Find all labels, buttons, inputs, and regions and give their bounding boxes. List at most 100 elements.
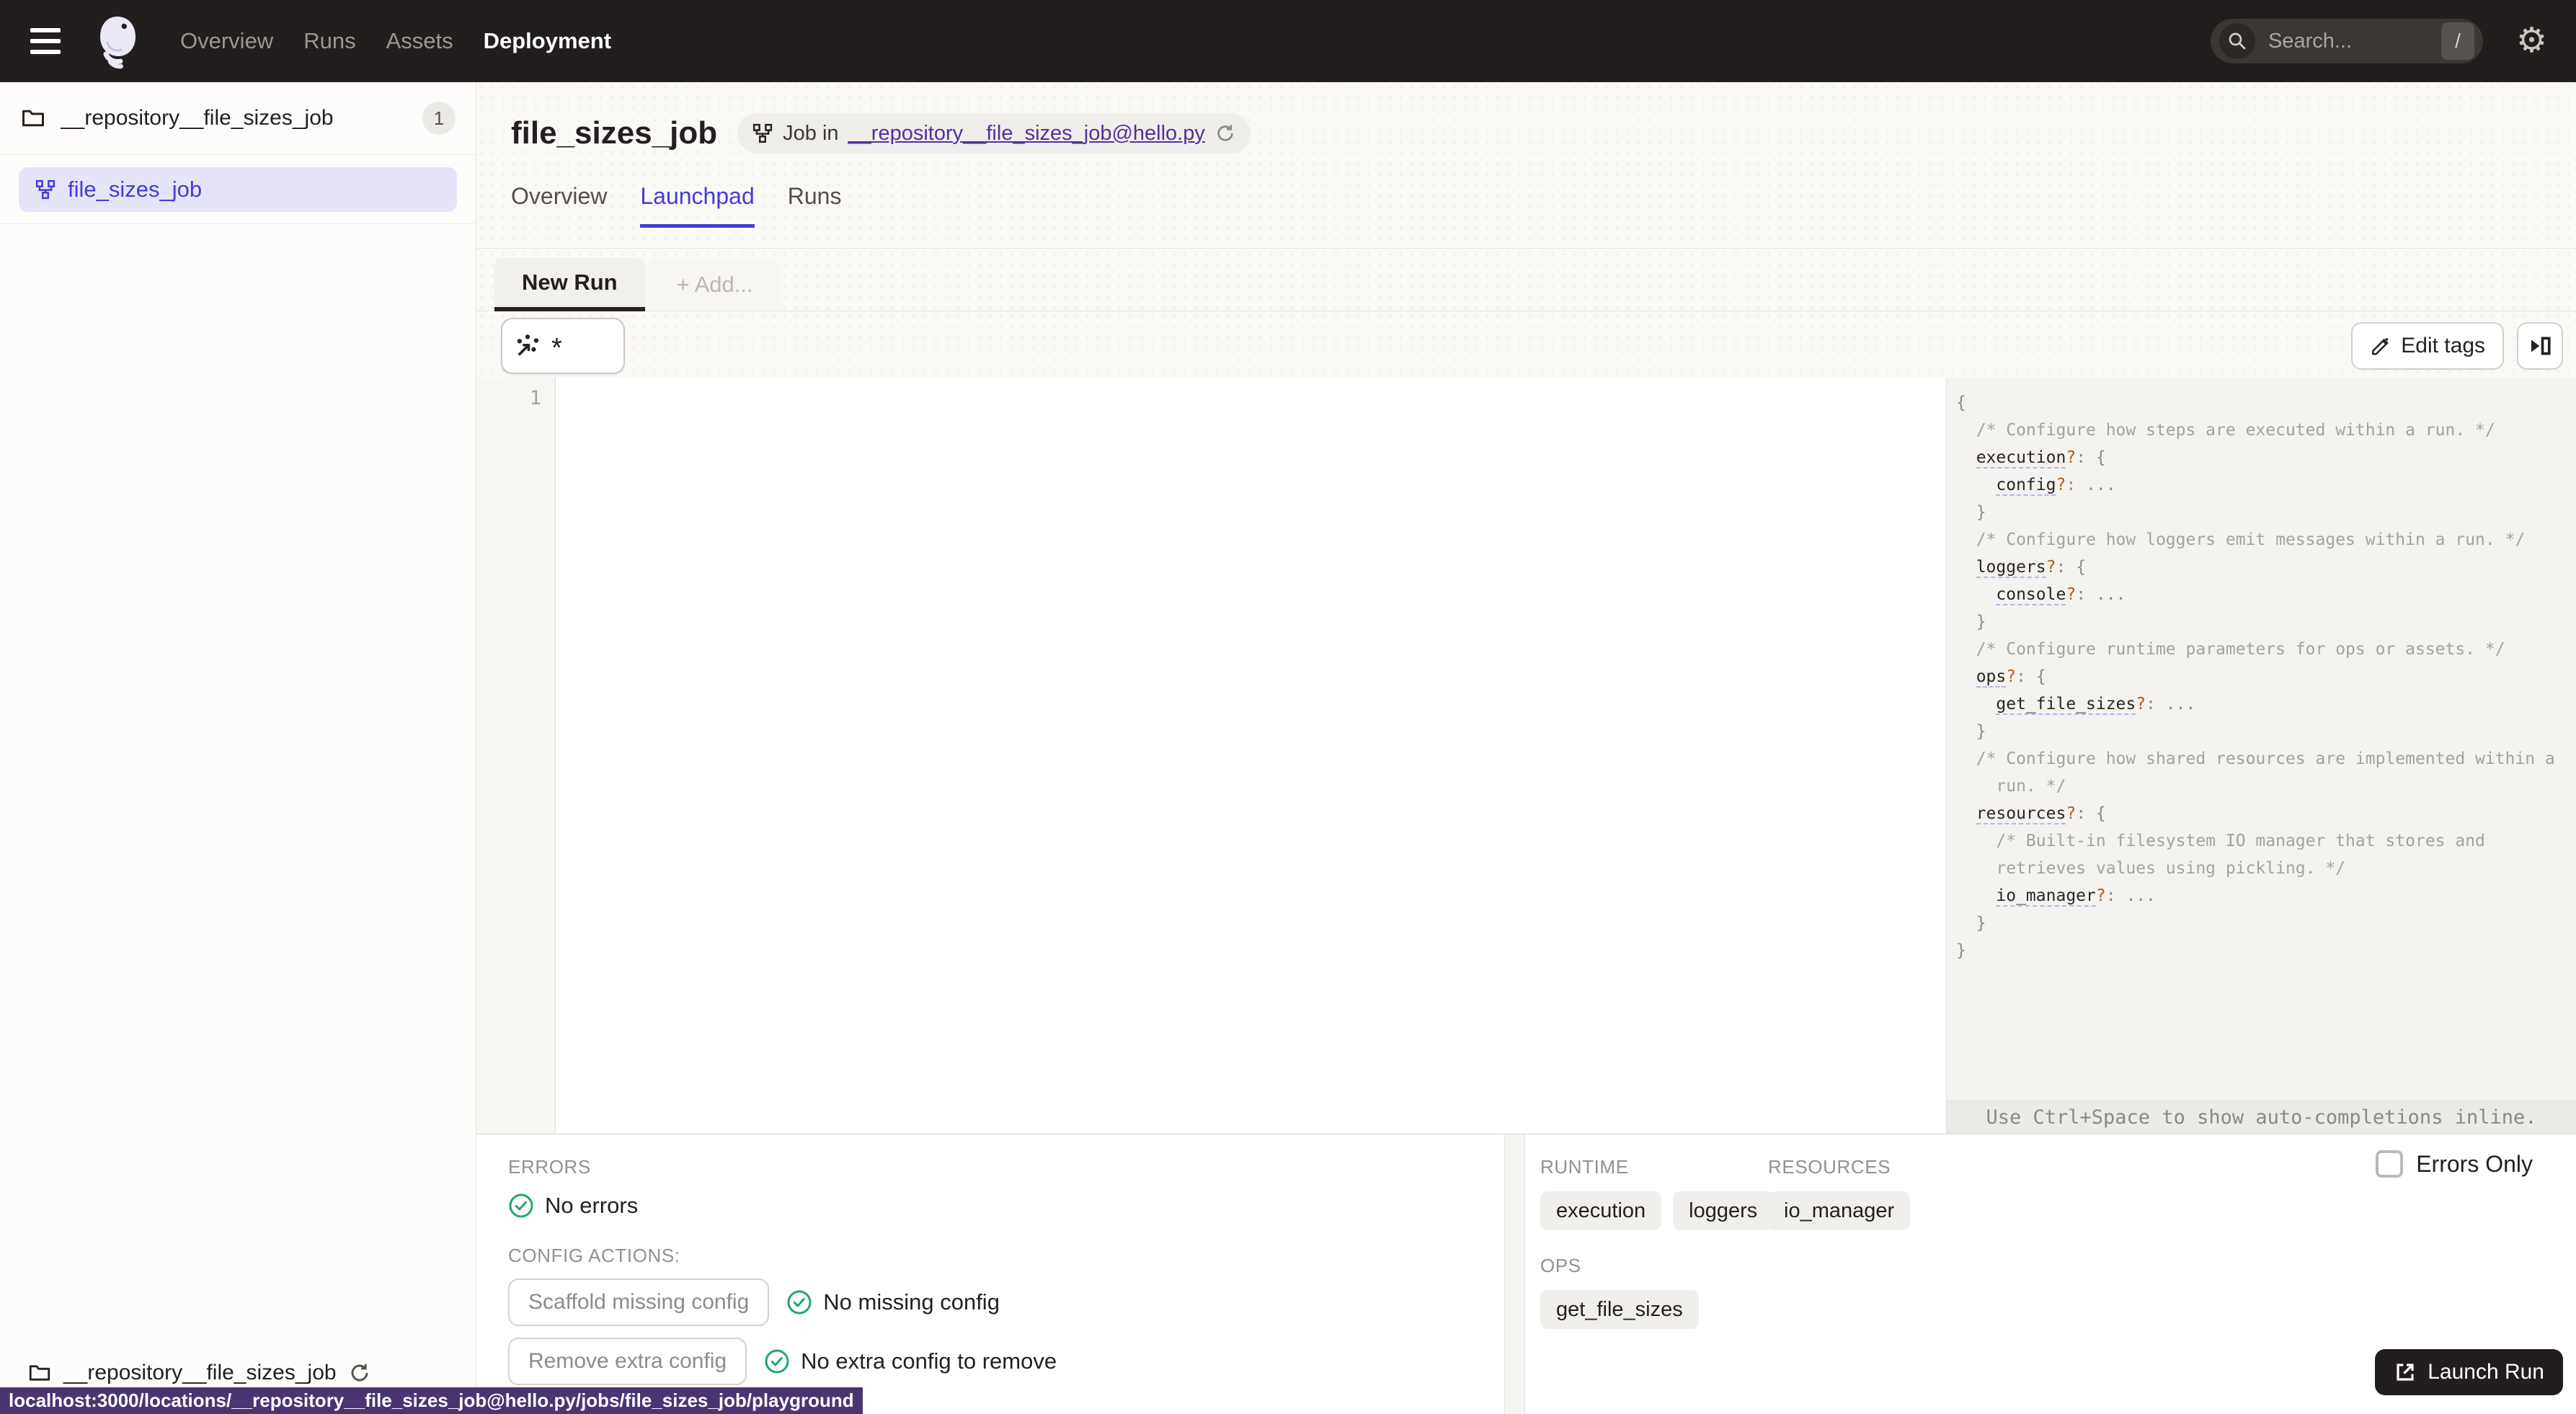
- op-selector-value: *: [551, 332, 562, 363]
- schema-line: resources?: {: [1976, 804, 2106, 824]
- folder-icon: [27, 1361, 52, 1385]
- app-body: __repository__file_sizes_job 1 file_size…: [0, 82, 2576, 1414]
- schema-line: io_manager?: ...: [1996, 886, 2156, 907]
- run-preview-panel: RUNTIME execution loggers RESOURCES io_manag…: [1525, 1134, 2576, 1414]
- sidebar: __repository__file_sizes_job 1 file_size…: [0, 82, 476, 1414]
- status-url-tooltip: localhost:3000/locations/__repository__f…: [0, 1387, 863, 1414]
- schema-line: ops?: {: [1976, 667, 2046, 688]
- schema-line: /* Configure how shared resources are im…: [1956, 750, 2555, 768]
- schema-line: execution?: {: [1976, 448, 2106, 468]
- run-tab-add[interactable]: + Add...: [649, 258, 781, 311]
- search-box[interactable]: /: [2210, 19, 2483, 63]
- edit-tags-label: Edit tags: [2401, 334, 2485, 357]
- errors-only-label: Errors Only: [2416, 1150, 2533, 1177]
- search-input[interactable]: [2266, 28, 2430, 54]
- config-action-status: No extra config to remove: [764, 1348, 1057, 1374]
- tag-pills: io_manager: [1768, 1191, 2576, 1230]
- play-panel-icon: [2528, 334, 2552, 358]
- errors-only-checkbox[interactable]: [2376, 1150, 2404, 1178]
- config-editor[interactable]: [556, 378, 1946, 1134]
- sidebar-footer-repo-name: __repository__file_sizes_job: [63, 1361, 337, 1384]
- tag-group-ops: OPS get_file_sizes: [1540, 1255, 2576, 1329]
- refresh-icon[interactable]: [1214, 123, 1236, 144]
- schema-line: }: [1976, 503, 1986, 522]
- job-origin-badge: Job in __repository__file_sizes_job@hell…: [737, 113, 1251, 154]
- tag-loggers[interactable]: loggers: [1673, 1191, 1774, 1230]
- errors-only-toggle[interactable]: Errors Only: [2376, 1150, 2533, 1178]
- tag-group-runtime: RUNTIME execution loggers: [1540, 1156, 1774, 1230]
- schema-line: run. */: [1956, 777, 2066, 796]
- edit-tags-button[interactable]: Edit tags: [2351, 322, 2504, 370]
- config-actions-title: CONFIG ACTIONS:: [508, 1245, 680, 1266]
- launch-run-button[interactable]: Launch Run: [2375, 1349, 2563, 1395]
- nav-item-assets[interactable]: Assets: [386, 28, 453, 54]
- gear-icon[interactable]: ⚙: [2516, 24, 2547, 58]
- tag-pills: get_file_sizes: [1540, 1290, 2576, 1329]
- run-tab-new-run[interactable]: New Run: [494, 258, 645, 311]
- tab-overview[interactable]: Overview: [511, 183, 607, 228]
- launch-run-label: Launch Run: [2428, 1360, 2544, 1384]
- check-circle-icon: [764, 1348, 790, 1374]
- tag-groups: RUNTIME execution loggers RESOURCES io_manag…: [1540, 1156, 2576, 1329]
- sidebar-job-list: file_sizes_job: [0, 167, 476, 212]
- bottom-panel: ERRORS No errors CONFIG ACTIONS: Scaffol…: [476, 1134, 2576, 1414]
- errors-title: ERRORS: [508, 1156, 591, 1178]
- check-circle-icon: [508, 1193, 534, 1219]
- job-graph-icon: [752, 123, 773, 144]
- top-nav: Overview Runs Assets Deployment / ⚙: [0, 0, 2576, 82]
- schema-line: /* Configure how loggers emit messages w…: [1956, 530, 2526, 549]
- gutter-line-number: 1: [529, 387, 541, 409]
- op-selector-input[interactable]: *: [501, 318, 625, 374]
- config-editor-row: 1 { /* Configure how steps are executed …: [476, 378, 2576, 1134]
- tab-launchpad[interactable]: Launchpad: [640, 183, 755, 228]
- schema-line: }: [1956, 941, 1966, 960]
- pencil-icon: [2370, 335, 2391, 357]
- remove-extra-config-button[interactable]: Remove extra config: [508, 1338, 747, 1385]
- nav-item-deployment[interactable]: Deployment: [484, 28, 611, 54]
- autocomplete-hint: Use Ctrl+Space to show auto-completions …: [1947, 1100, 2576, 1134]
- no-errors-status: No errors: [508, 1193, 1504, 1219]
- nav-item-runs[interactable]: Runs: [303, 28, 355, 54]
- schema-line: }: [1976, 914, 1986, 933]
- main-content: file_sizes_job Job in __repository__file…: [476, 82, 2576, 1414]
- tag-io_manager[interactable]: io_manager: [1768, 1191, 1911, 1230]
- job-origin-prefix: Job in: [783, 121, 839, 145]
- tab-runs[interactable]: Runs: [788, 183, 842, 228]
- scaffold-missing-config-button[interactable]: Scaffold missing config: [508, 1279, 770, 1326]
- config-action-row: Remove extra config No extra config to re…: [508, 1338, 1504, 1385]
- errors-panel: ERRORS No errors CONFIG ACTIONS: Scaffol…: [476, 1134, 1505, 1414]
- schema-line: get_file_sizes?: ...: [1996, 695, 2196, 715]
- menu-icon[interactable]: [30, 28, 61, 54]
- tag-get_file_sizes[interactable]: get_file_sizes: [1540, 1290, 1699, 1329]
- nav-items: Overview Runs Assets Deployment: [180, 28, 611, 54]
- sidebar-divider: [0, 223, 476, 224]
- search-icon: [2219, 23, 2255, 59]
- sidebar-repo-name: __repository__file_sizes_job: [61, 106, 334, 130]
- config-action-row: Scaffold missing config No missing config: [508, 1279, 1504, 1326]
- schema-line: /* Configure runtime parameters for ops …: [1956, 640, 2505, 659]
- schema-line: }: [1976, 722, 1986, 741]
- schema-line: console?: ...: [1996, 585, 2126, 605]
- schema-line: /* Built-in filesystem IO manager that s…: [1956, 832, 2485, 850]
- schema-line: {: [1956, 393, 1966, 412]
- job-origin-link[interactable]: __repository__file_sizes_job@hello.py: [848, 122, 1205, 146]
- tag-group-title: RUNTIME: [1540, 1156, 1629, 1178]
- tag-group-title: OPS: [1540, 1255, 1581, 1276]
- sidebar-repo-row[interactable]: __repository__file_sizes_job 1: [0, 82, 476, 155]
- config-action-rows: Scaffold missing config No missing config…: [508, 1279, 1504, 1385]
- editor-gutter: 1: [476, 378, 556, 1134]
- sidebar-item-file_sizes_job[interactable]: file_sizes_job: [19, 167, 457, 212]
- job-header: file_sizes_job Job in __repository__file…: [476, 82, 2576, 249]
- job-graph-icon: [35, 179, 56, 200]
- toggle-second-pane-button[interactable]: [2517, 322, 2563, 370]
- sidebar-item-label: file_sizes_job: [68, 177, 203, 202]
- search-shortcut-badge: /: [2440, 22, 2474, 60]
- panel-divider: [1505, 1134, 1525, 1414]
- config-action-status-label: No extra config to remove: [801, 1348, 1057, 1374]
- sidebar-footer-repo[interactable]: __repository__file_sizes_job: [27, 1361, 371, 1385]
- job-tabs: Overview Launchpad Runs: [511, 183, 2576, 228]
- dagster-logo-icon[interactable]: [91, 13, 144, 69]
- refresh-icon[interactable]: [348, 1361, 371, 1384]
- tag-execution[interactable]: execution: [1540, 1191, 1662, 1230]
- nav-item-overview[interactable]: Overview: [180, 28, 273, 54]
